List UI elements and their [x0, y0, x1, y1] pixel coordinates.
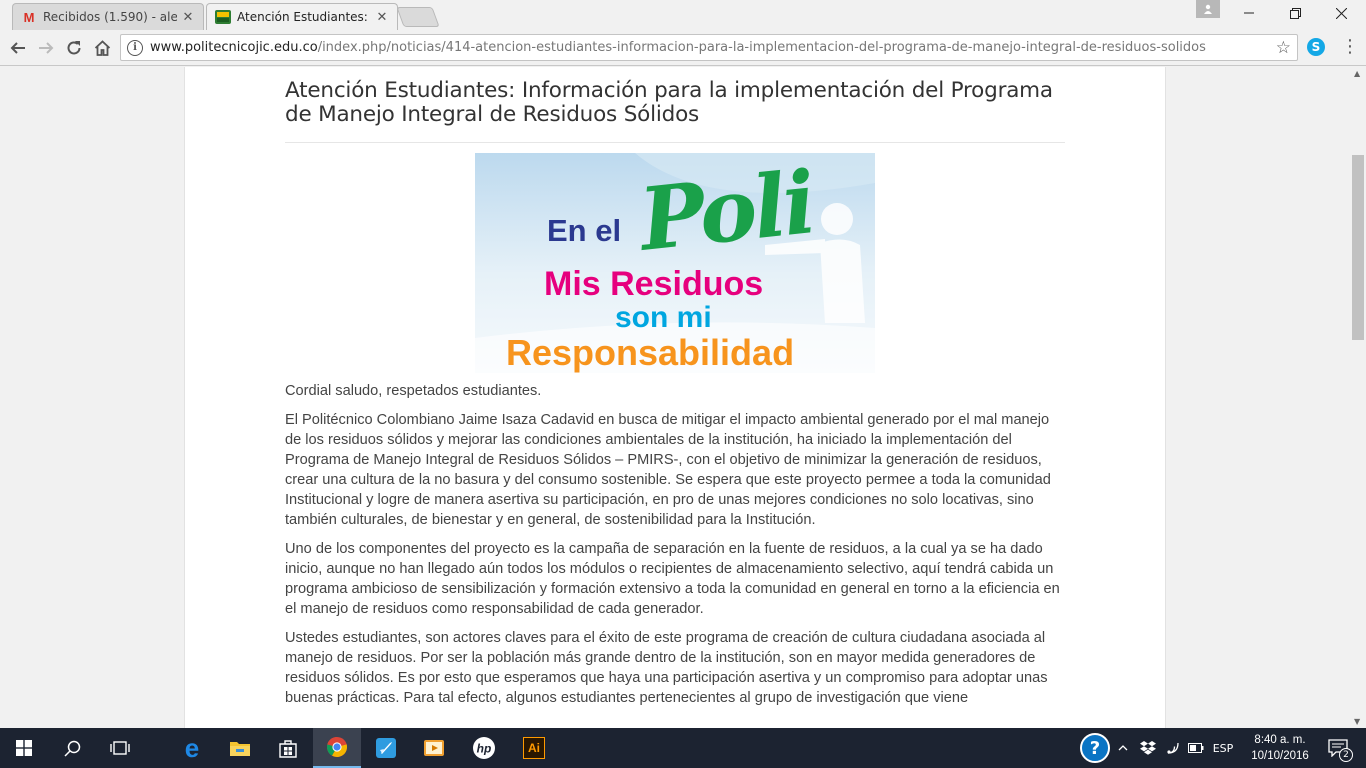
- notification-count-badge: 2: [1339, 748, 1353, 762]
- article-paragraph: Uno de los componentes del proyecto es l…: [285, 541, 1060, 617]
- tab-label: Atención Estudiantes: Inf: [237, 10, 371, 24]
- scrollbar-thumb[interactable]: [1352, 155, 1364, 340]
- windows-taskbar: e hp Ai ? ESP 8:40 a. m. 10/10/2016 2: [0, 728, 1366, 768]
- profile-icon[interactable]: [1196, 0, 1220, 18]
- article: Atención Estudiantes: Información para l…: [285, 79, 1065, 708]
- banner-line1: En el: [547, 213, 622, 248]
- browser-toolbar: i www.politecnicojic.edu.co/index.php/no…: [0, 30, 1366, 66]
- close-icon[interactable]: ✕: [181, 10, 195, 25]
- illustrator-icon[interactable]: Ai: [510, 728, 558, 768]
- info-icon[interactable]: i: [127, 39, 143, 56]
- tab-strip: M Recibidos (1.590) - alejan ✕ Atención …: [0, 0, 1366, 30]
- tab-label: Recibidos (1.590) - alejan: [43, 10, 177, 24]
- restore-button[interactable]: [1272, 0, 1318, 26]
- scroll-down-arrow-icon[interactable]: ▼: [1354, 717, 1360, 726]
- article-paragraph: El Politécnico Colombiano Jaime Isaza Ca…: [285, 412, 1051, 528]
- battery-icon[interactable]: [1186, 728, 1206, 768]
- campaign-banner-image: En el Poli Mis Residuos son mi Responsab…: [475, 153, 875, 373]
- content-area: Atención Estudiantes: Información para l…: [184, 67, 1166, 728]
- minimize-button[interactable]: [1226, 0, 1272, 26]
- skype-extension-icon[interactable]: S: [1307, 38, 1325, 56]
- file-explorer-icon[interactable]: [216, 728, 264, 768]
- search-icon[interactable]: [48, 728, 96, 768]
- article-paragraph: Ustedes estudiantes, son actores claves …: [285, 630, 1048, 706]
- svg-text:hp: hp: [477, 742, 492, 756]
- system-clock[interactable]: 8:40 a. m. 10/10/2016: [1240, 732, 1320, 764]
- forward-button[interactable]: [35, 37, 57, 59]
- start-icon[interactable]: [0, 728, 48, 768]
- page-scrollbar[interactable]: ▲ ▼: [1350, 67, 1366, 728]
- menu-icon[interactable]: ⋮: [1340, 36, 1360, 58]
- article-title: Atención Estudiantes: Información para l…: [285, 79, 1065, 143]
- rocket-app-icon[interactable]: [362, 728, 410, 768]
- store-icon[interactable]: [264, 728, 312, 768]
- illustrator-label: Ai: [523, 737, 545, 759]
- article-paragraph-greeting: Cordial saludo, respetados estudiantes.: [285, 383, 542, 399]
- chrome-icon[interactable]: [313, 728, 361, 768]
- close-window-button[interactable]: [1318, 0, 1364, 26]
- clock-time: 8:40 a. m.: [1254, 734, 1306, 746]
- close-icon[interactable]: ✕: [375, 10, 389, 25]
- tab-politecnico[interactable]: Atención Estudiantes: Inf ✕: [206, 3, 398, 30]
- back-button[interactable]: [7, 37, 29, 59]
- gmail-icon: M: [23, 9, 35, 25]
- home-button[interactable]: [91, 37, 113, 59]
- show-hidden-icons-chevron-icon[interactable]: [1114, 728, 1132, 768]
- tab-gmail[interactable]: M Recibidos (1.590) - alejan ✕: [12, 3, 204, 30]
- hp-icon[interactable]: hp: [460, 728, 508, 768]
- reload-button[interactable]: [63, 37, 85, 59]
- page-viewport: Atención Estudiantes: Información para l…: [0, 67, 1350, 728]
- edge-icon[interactable]: e: [168, 728, 216, 768]
- action-center-icon[interactable]: 2: [1318, 728, 1358, 768]
- address-bar[interactable]: i www.politecnicojic.edu.co/index.php/no…: [120, 34, 1298, 61]
- scroll-up-arrow-icon[interactable]: ▲: [1354, 69, 1360, 78]
- wifi-icon[interactable]: [1162, 728, 1182, 768]
- banner-line2: Mis Residuos: [544, 265, 764, 303]
- bookmark-star-icon[interactable]: ☆: [1276, 38, 1291, 58]
- url-host: www.politecnicojic.edu.co: [150, 40, 318, 55]
- help-icon[interactable]: ?: [1078, 728, 1112, 768]
- clock-date: 10/10/2016: [1251, 750, 1309, 762]
- banner-line4: Responsabilidad: [506, 332, 795, 373]
- banner-poli-script: Poli: [635, 153, 818, 271]
- banner-line3: son mi: [615, 301, 712, 334]
- media-player-icon[interactable]: [410, 728, 458, 768]
- task-view-icon[interactable]: [96, 728, 144, 768]
- politecnico-favicon: [215, 9, 231, 25]
- language-indicator[interactable]: ESP: [1208, 728, 1238, 768]
- dropbox-icon[interactable]: [1138, 728, 1158, 768]
- url-path: /index.php/noticias/414-atencion-estudia…: [317, 40, 1206, 55]
- new-tab-button[interactable]: [396, 7, 440, 27]
